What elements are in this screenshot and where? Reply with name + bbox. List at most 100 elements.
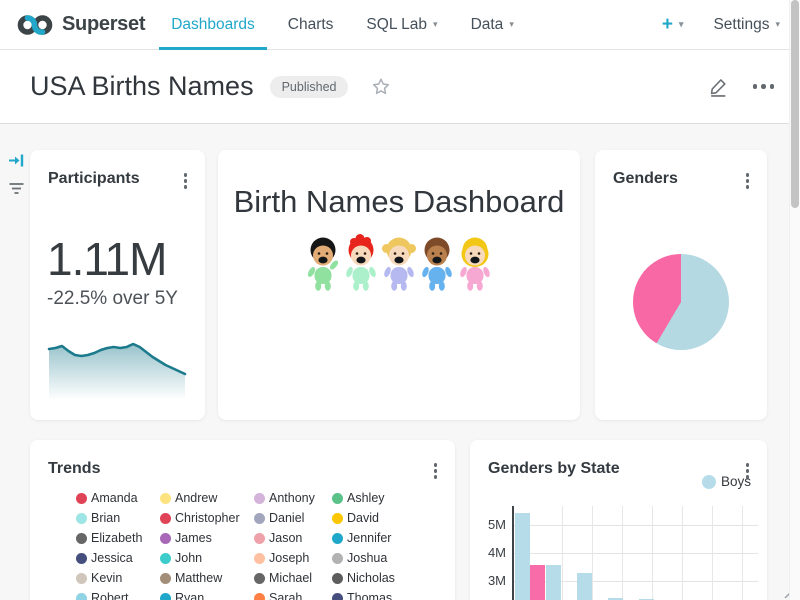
chart-title: Genders bbox=[613, 170, 678, 188]
legend-item-ashley[interactable]: Ashley bbox=[332, 488, 422, 508]
nav-item-sql-lab[interactable]: SQL Lab▾ bbox=[366, 0, 437, 50]
superset-logo-icon[interactable] bbox=[16, 10, 54, 40]
chevron-down-icon: ▾ bbox=[509, 19, 514, 30]
legend-item-jennifer[interactable]: Jennifer bbox=[332, 528, 422, 548]
legend-item-robert[interactable]: Robert bbox=[76, 588, 160, 600]
legend-dot bbox=[76, 593, 87, 600]
legend-item-joshua[interactable]: Joshua bbox=[332, 548, 422, 568]
chart-title: Participants bbox=[48, 170, 140, 188]
gridline-x bbox=[742, 506, 743, 600]
main-nav: Dashboards Charts SQL Lab▾ Data▾ bbox=[171, 0, 547, 50]
markdown-card: Birth Names Dashboard bbox=[218, 150, 580, 420]
nav-item-data[interactable]: Data▾ bbox=[471, 0, 514, 50]
y-axis bbox=[512, 506, 514, 600]
legend-dot bbox=[76, 493, 87, 504]
legend-item-nicholas[interactable]: Nicholas bbox=[332, 568, 422, 588]
legend-item-amanda[interactable]: Amanda bbox=[76, 488, 160, 508]
legend-dot bbox=[160, 533, 171, 544]
gridline-x bbox=[592, 506, 593, 600]
legend-item-elizabeth[interactable]: Elizabeth bbox=[76, 528, 160, 548]
nav-item-charts[interactable]: Charts bbox=[288, 0, 334, 50]
legend-item-michael[interactable]: Michael bbox=[254, 568, 332, 588]
chart-card-genders-by-state: Genders by State Boys 5M4M3M bbox=[470, 440, 767, 600]
chart-menu-kebab-icon[interactable] bbox=[740, 170, 756, 192]
brand-name[interactable]: Superset bbox=[62, 13, 145, 36]
chart-menu-kebab-icon[interactable] bbox=[178, 170, 194, 192]
genders-pie-chart[interactable] bbox=[633, 254, 729, 350]
legend-dot bbox=[160, 513, 171, 524]
legend-item-kevin[interactable]: Kevin bbox=[76, 568, 160, 588]
legend-dot bbox=[332, 593, 343, 600]
status-badge[interactable]: Published bbox=[270, 76, 349, 98]
chart-title: Genders by State bbox=[488, 460, 620, 478]
legend-item-daniel[interactable]: Daniel bbox=[254, 508, 332, 528]
chart-card-genders: Genders bbox=[595, 150, 767, 420]
legend-item-joseph[interactable]: Joseph bbox=[254, 548, 332, 568]
legend-dot bbox=[254, 493, 265, 504]
legend-item-anthony[interactable]: Anthony bbox=[254, 488, 332, 508]
chart-card-participants: Participants 1.11M -22.5% over 5Y bbox=[30, 150, 205, 420]
gridline-x bbox=[712, 506, 713, 600]
legend-item-john[interactable]: John bbox=[160, 548, 254, 568]
settings-menu[interactable]: Settings ▾ bbox=[713, 16, 780, 34]
header-actions bbox=[708, 76, 775, 97]
legend-item-christopher[interactable]: Christopher bbox=[160, 508, 254, 528]
bar-boys-0[interactable] bbox=[515, 513, 530, 600]
legend-dot bbox=[76, 553, 87, 564]
new-item-button[interactable]: + ▾ bbox=[662, 14, 684, 36]
legend-dot bbox=[160, 553, 171, 564]
more-options-icon[interactable] bbox=[753, 80, 775, 93]
legend-item-thomas[interactable]: Thomas bbox=[332, 588, 422, 600]
legend-item-david[interactable]: David bbox=[332, 508, 422, 528]
legend-item-brian[interactable]: Brian bbox=[76, 508, 160, 528]
y-tick-label: 4M bbox=[470, 545, 506, 560]
legend-dot bbox=[254, 513, 265, 524]
chart-card-trends: Trends AmandaAndrewAnthonyAshley BrianChr… bbox=[30, 440, 455, 600]
chevron-down-icon: ▾ bbox=[679, 19, 684, 30]
legend-item-ryan[interactable]: Ryan bbox=[160, 588, 254, 600]
gridline-x bbox=[652, 506, 653, 600]
legend-dot bbox=[702, 475, 716, 489]
legend-dot bbox=[332, 553, 343, 564]
legend-dot bbox=[76, 573, 87, 584]
plus-icon: + bbox=[662, 14, 673, 36]
bar-boys-2[interactable] bbox=[577, 573, 592, 600]
legend-dot bbox=[332, 513, 343, 524]
filter-funnel-icon[interactable] bbox=[8, 181, 25, 201]
trendline-chart[interactable] bbox=[46, 342, 188, 400]
dashboard-header: USA Births Names Published bbox=[0, 50, 800, 124]
legend-item-boys[interactable]: Boys bbox=[702, 474, 751, 489]
page-title: USA Births Names bbox=[30, 71, 254, 102]
chart-menu-kebab-icon[interactable] bbox=[428, 460, 444, 482]
gridline-x bbox=[682, 506, 683, 600]
chart-title: Trends bbox=[48, 460, 100, 478]
chevron-down-icon: ▾ bbox=[775, 19, 780, 30]
expand-filter-bar-icon[interactable] bbox=[8, 152, 25, 174]
y-tick-label: 3M bbox=[470, 573, 506, 588]
favorite-star-icon[interactable] bbox=[370, 76, 392, 98]
legend-dot bbox=[254, 593, 265, 600]
nav-item-dashboards[interactable]: Dashboards bbox=[171, 0, 255, 50]
legend-dot bbox=[332, 573, 343, 584]
scrollbar-thumb[interactable] bbox=[791, 0, 799, 208]
edit-dashboard-icon[interactable] bbox=[708, 76, 729, 97]
legend-item-james[interactable]: James bbox=[160, 528, 254, 548]
legend-dot bbox=[332, 533, 343, 544]
legend-dot bbox=[254, 553, 265, 564]
legend-dot bbox=[254, 573, 265, 584]
legend-dot bbox=[76, 513, 87, 524]
legend-item-sarah[interactable]: Sarah bbox=[254, 588, 332, 600]
legend-item-jessica[interactable]: Jessica bbox=[76, 548, 160, 568]
legend-dot bbox=[332, 493, 343, 504]
legend-item-jason[interactable]: Jason bbox=[254, 528, 332, 548]
children-illustration bbox=[303, 234, 495, 294]
dashboard-canvas: Participants 1.11M -22.5% over 5Y Birth … bbox=[0, 124, 800, 600]
navbar-right: + ▾ Settings ▾ bbox=[662, 14, 780, 36]
big-number-value: 1.11M bbox=[47, 232, 166, 286]
legend-item-andrew[interactable]: Andrew bbox=[160, 488, 254, 508]
chevron-down-icon: ▾ bbox=[433, 19, 438, 30]
bar-girls-0[interactable] bbox=[530, 565, 545, 600]
bar-boys-1[interactable] bbox=[546, 565, 561, 600]
legend-dot bbox=[160, 573, 171, 584]
legend-item-matthew[interactable]: Matthew bbox=[160, 568, 254, 588]
